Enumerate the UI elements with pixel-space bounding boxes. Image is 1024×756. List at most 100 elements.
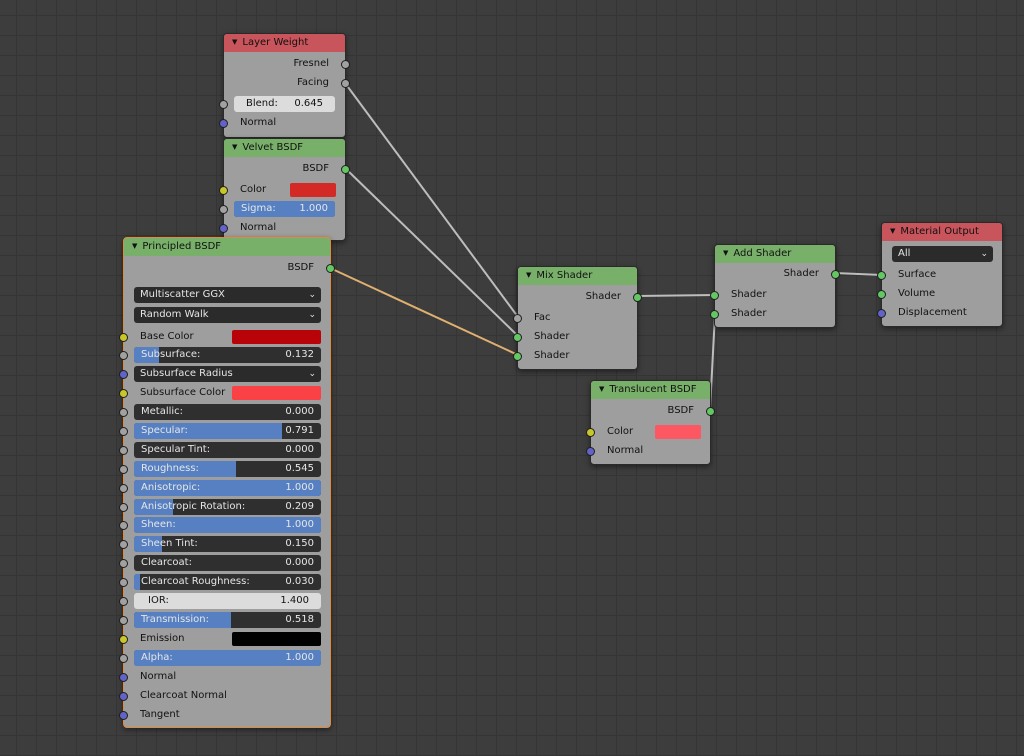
- param-value: 0.791: [285, 425, 314, 436]
- input-socket-shader-2[interactable]: [513, 352, 522, 361]
- collapse-triangle-icon[interactable]: ▼: [723, 249, 728, 257]
- add-shader-header[interactable]: ▼ Add Shader: [715, 245, 835, 263]
- input-socket-shader-1[interactable]: [513, 333, 522, 342]
- input-socket-normal[interactable]: [219, 224, 228, 233]
- input-socket-ior[interactable]: [119, 597, 128, 606]
- material-output-node[interactable]: ▼ Material Output All ⌄ Surface Volume Di…: [877, 222, 1003, 327]
- principled-bsdf-header[interactable]: ▼ Principled BSDF: [124, 238, 330, 256]
- output-socket-facing[interactable]: [341, 79, 350, 88]
- input-socket-tangent[interactable]: [119, 711, 128, 720]
- input-socket-volume[interactable]: [877, 290, 886, 299]
- input-label-shader-1: Shader: [731, 289, 767, 300]
- param-value: 0.545: [285, 463, 314, 474]
- link-velvet-to-mix-shader1[interactable]: [344, 167, 519, 337]
- link-mix-to-add-shader1[interactable]: [636, 294, 716, 297]
- subsurface-method-dropdown[interactable]: Random Walk ⌄: [134, 307, 321, 323]
- param-slider[interactable]: Roughness: 0.545: [134, 461, 321, 477]
- output-socket-bsdf[interactable]: [326, 264, 335, 273]
- input-socket-alpha[interactable]: [119, 654, 128, 663]
- param-slider[interactable]: Anisotropic: 1.000: [134, 480, 321, 496]
- input-socket-color[interactable]: [586, 428, 595, 437]
- output-socket-bsdf[interactable]: [341, 165, 350, 174]
- input-socket-param[interactable]: [119, 503, 128, 512]
- base-color-swatch[interactable]: [232, 330, 321, 344]
- param-slider[interactable]: Sheen Tint: 0.150: [134, 536, 321, 552]
- velvet-bsdf-header[interactable]: ▼ Velvet BSDF: [224, 139, 345, 157]
- blend-field[interactable]: Blend: 0.645: [234, 96, 335, 112]
- input-socket-param[interactable]: [119, 540, 128, 549]
- collapse-triangle-icon[interactable]: ▼: [890, 227, 895, 235]
- velvet-bsdf-node[interactable]: ▼ Velvet BSDF BSDF Color Sigma: 1.000 Nor…: [219, 138, 350, 241]
- alpha-slider[interactable]: Alpha: 1.000: [134, 650, 321, 666]
- input-socket-color[interactable]: [219, 186, 228, 195]
- color-swatch[interactable]: [290, 183, 336, 197]
- input-socket-fac[interactable]: [513, 314, 522, 323]
- input-label-shader-2: Shader: [731, 308, 767, 319]
- collapse-triangle-icon[interactable]: ▼: [526, 271, 531, 279]
- collapse-triangle-icon[interactable]: ▼: [132, 242, 137, 250]
- param-slider[interactable]: Specular Tint: 0.000: [134, 442, 321, 458]
- link-facing-to-fac[interactable]: [344, 82, 519, 318]
- collapse-triangle-icon[interactable]: ▼: [232, 143, 237, 151]
- param-slider[interactable]: Sheen: 1.000: [134, 517, 321, 533]
- input-socket-shader-1[interactable]: [710, 291, 719, 300]
- input-socket-normal[interactable]: [219, 119, 228, 128]
- input-socket-normal[interactable]: [586, 447, 595, 456]
- input-socket-param[interactable]: [119, 521, 128, 530]
- translucent-bsdf-node[interactable]: ▼ Translucent BSDF BSDF Color Normal: [586, 380, 715, 465]
- output-socket-bsdf[interactable]: [706, 407, 715, 416]
- layer-weight-header[interactable]: ▼ Layer Weight: [224, 34, 345, 52]
- input-socket-blend[interactable]: [219, 100, 228, 109]
- param-row: Specular: 0.791: [119, 422, 330, 440]
- transmission-slider[interactable]: Transmission: 0.518: [134, 612, 321, 628]
- collapse-triangle-icon[interactable]: ▼: [232, 38, 237, 46]
- material-output-header[interactable]: ▼ Material Output: [882, 223, 1002, 241]
- transmission-value: 0.518: [285, 614, 314, 625]
- subsurface-color-swatch[interactable]: [232, 386, 321, 400]
- link-principled-to-mix-shader2[interactable]: [329, 267, 519, 356]
- input-socket-param[interactable]: [119, 427, 128, 436]
- param-slider[interactable]: Clearcoat Roughness: 0.030: [134, 574, 321, 590]
- collapse-triangle-icon[interactable]: ▼: [599, 385, 604, 393]
- input-socket-emission[interactable]: [119, 635, 128, 644]
- subsurface-radius-field[interactable]: Subsurface Radius ⌄: [134, 366, 321, 382]
- ior-field[interactable]: IOR: 1.400: [134, 593, 321, 609]
- input-socket-subsurface-radius[interactable]: [119, 370, 128, 379]
- output-socket-fresnel[interactable]: [341, 60, 350, 69]
- add-shader-node[interactable]: ▼ Add Shader Shader Shader Shader: [710, 244, 840, 328]
- param-slider[interactable]: Specular: 0.791: [134, 423, 321, 439]
- input-socket-transmission[interactable]: [119, 616, 128, 625]
- param-slider[interactable]: Clearcoat: 0.000: [134, 555, 321, 571]
- input-socket-param[interactable]: [119, 578, 128, 587]
- principled-bsdf-node[interactable]: ▼ Principled BSDF BSDF Multiscatter GGX ⌄…: [119, 237, 335, 728]
- layer-weight-node[interactable]: ▼ Layer Weight Fresnel Facing Blend: 0.64…: [219, 33, 350, 138]
- input-socket-base-color[interactable]: [119, 333, 128, 342]
- param-slider[interactable]: Anisotropic Rotation: 0.209: [134, 499, 321, 515]
- input-socket-normal[interactable]: [119, 673, 128, 682]
- distribution-dropdown[interactable]: Multiscatter GGX ⌄: [134, 287, 321, 303]
- input-socket-subsurface-color[interactable]: [119, 389, 128, 398]
- emission-color-swatch[interactable]: [232, 632, 321, 646]
- subsurface-slider[interactable]: Subsurface: 0.132: [134, 347, 321, 363]
- input-socket-surface[interactable]: [877, 271, 886, 280]
- input-socket-param[interactable]: [119, 408, 128, 417]
- input-socket-param[interactable]: [119, 559, 128, 568]
- color-swatch[interactable]: [655, 425, 701, 439]
- sigma-slider[interactable]: Sigma: 1.000: [234, 201, 335, 217]
- output-socket-shader[interactable]: [831, 270, 840, 279]
- input-socket-shader-2[interactable]: [710, 310, 719, 319]
- target-dropdown[interactable]: All ⌄: [892, 246, 993, 262]
- param-slider[interactable]: Metallic: 0.000: [134, 404, 321, 420]
- input-socket-displacement[interactable]: [877, 309, 886, 318]
- input-socket-param[interactable]: [119, 484, 128, 493]
- input-socket-param[interactable]: [119, 465, 128, 474]
- input-socket-subsurface[interactable]: [119, 351, 128, 360]
- input-socket-sigma[interactable]: [219, 205, 228, 214]
- mix-shader-node[interactable]: ▼ Mix Shader Shader Fac Shader Shader: [513, 266, 642, 370]
- mix-shader-header[interactable]: ▼ Mix Shader: [518, 267, 637, 285]
- link-add-to-surface[interactable]: [834, 272, 883, 276]
- output-socket-shader[interactable]: [633, 293, 642, 302]
- input-socket-clearcoat-normal[interactable]: [119, 692, 128, 701]
- input-socket-param[interactable]: [119, 446, 128, 455]
- translucent-bsdf-header[interactable]: ▼ Translucent BSDF: [591, 381, 710, 399]
